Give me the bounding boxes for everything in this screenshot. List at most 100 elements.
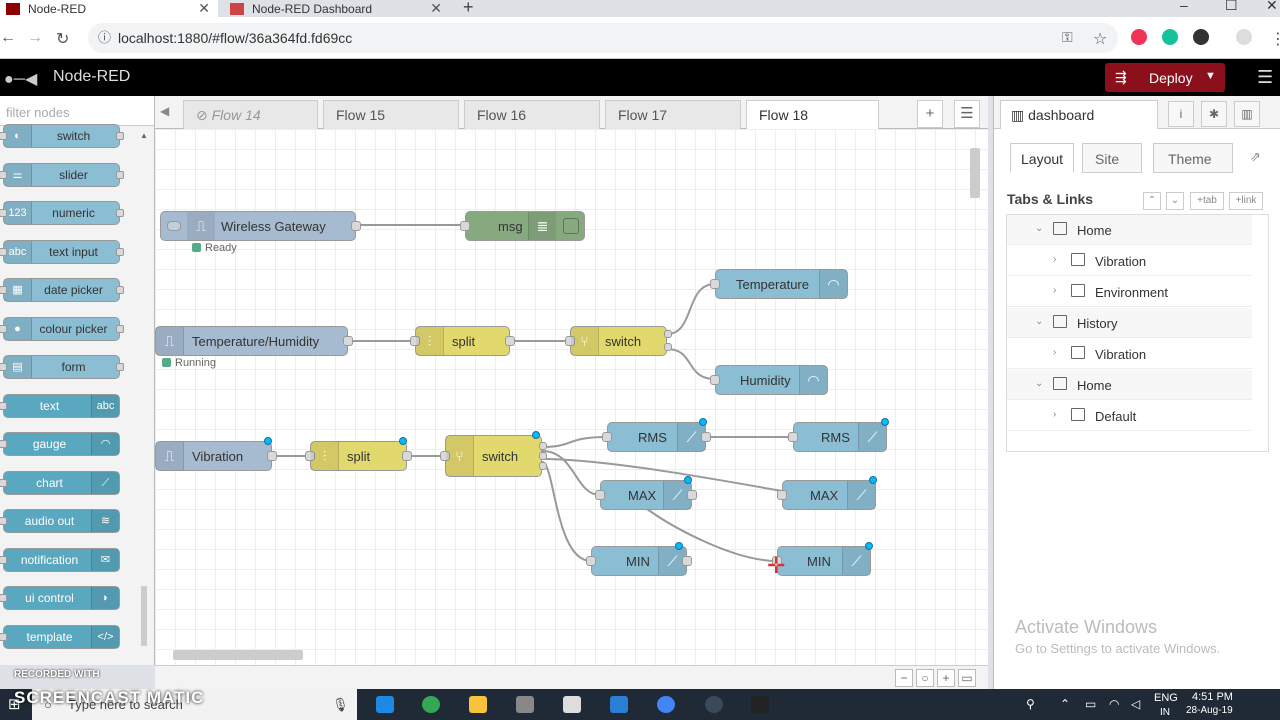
- split-node-1[interactable]: ⫶ split: [410, 326, 515, 356]
- palette-scrollbar[interactable]: ▲: [140, 131, 148, 646]
- output-port[interactable]: [343, 336, 353, 346]
- palette-node-form[interactable]: ▤ form: [0, 355, 124, 379]
- star-icon[interactable]: ☆: [1093, 29, 1107, 49]
- url-field[interactable]: ⓘ localhost:1880/#flow/36a364fd.fd69cc: [88, 23, 1118, 53]
- output-port[interactable]: [664, 330, 672, 338]
- input-port[interactable]: [586, 556, 596, 566]
- add-link-button[interactable]: +link: [1229, 192, 1263, 210]
- chrome-icon[interactable]: [422, 696, 440, 713]
- file-explorer-icon[interactable]: [469, 696, 487, 713]
- palette-node-audio-out[interactable]: ≋ audio out: [0, 509, 120, 533]
- info-icon[interactable]: ⓘ: [98, 23, 111, 53]
- wireless-gateway-node[interactable]: ⎍ Wireless Gateway: [160, 211, 361, 241]
- input-port[interactable]: [710, 279, 720, 289]
- reload-icon[interactable]: ↻: [56, 29, 69, 49]
- grammarly-icon[interactable]: [1162, 29, 1178, 45]
- network-icon[interactable]: ▭: [1085, 697, 1096, 711]
- external-link-icon[interactable]: ⇗: [1250, 149, 1261, 165]
- zoom-out-button[interactable]: −: [895, 669, 913, 687]
- palette-node-switch[interactable]: ◐ switch: [0, 124, 124, 148]
- wifi-icon[interactable]: ◠: [1109, 697, 1119, 711]
- output-port[interactable]: [402, 451, 412, 461]
- tab-flow-17[interactable]: Flow 17: [605, 100, 741, 129]
- max-chart-node-2[interactable]: MAX ⟋: [777, 476, 877, 510]
- canvas-vscroll-thumb[interactable]: [970, 148, 980, 198]
- dashboard-tab-icon[interactable]: ▥: [1234, 101, 1260, 127]
- clock-time[interactable]: 4:51 PM: [1192, 691, 1233, 703]
- min-chart-node-1[interactable]: MIN ⟋: [586, 542, 692, 576]
- palette-node-gauge[interactable]: ◠ gauge: [0, 432, 120, 456]
- tab-flow-15[interactable]: Flow 15: [323, 100, 459, 129]
- tab-dashboard[interactable]: ▥ dashboard: [1000, 100, 1158, 129]
- people-icon[interactable]: ⚲: [1026, 697, 1035, 711]
- language-indicator[interactable]: ENG: [1154, 692, 1178, 704]
- deploy-button[interactable]: ⇶ Deploy ▼: [1105, 63, 1225, 92]
- main-menu-icon[interactable]: ☰: [1257, 67, 1273, 88]
- min-chart-node-2[interactable]: MIN ⟋: [772, 542, 873, 576]
- input-port[interactable]: [460, 221, 470, 231]
- browser-tab-nodered[interactable]: Node-RED ✕: [0, 0, 218, 17]
- palette-node-text[interactable]: abc text: [0, 393, 120, 418]
- tree-group-row[interactable]: › Default: [1007, 401, 1252, 431]
- output-port[interactable]: [351, 221, 361, 231]
- expand-all-button[interactable]: ⌄: [1166, 192, 1184, 210]
- tray-chevron-icon[interactable]: ⌃: [1060, 697, 1070, 711]
- chevron-right-icon[interactable]: ›: [1053, 409, 1056, 420]
- extension-k-icon[interactable]: [1193, 29, 1209, 45]
- vibration-node[interactable]: ⎍ Vibration: [155, 437, 277, 471]
- switch-node-2[interactable]: ⑂ switch: [440, 431, 547, 477]
- subtab-layout[interactable]: Layout: [1010, 143, 1075, 173]
- debug-tab-icon[interactable]: ✱: [1201, 101, 1227, 127]
- scroll-thumb[interactable]: [141, 586, 147, 646]
- temperature-humidity-node[interactable]: ⎍ Temperature/Humidity: [155, 326, 353, 356]
- extension-icon[interactable]: [1131, 29, 1147, 45]
- add-tab-button[interactable]: +tab: [1190, 192, 1224, 210]
- scroll-up-icon[interactable]: ▲: [140, 131, 148, 140]
- tab-flow-16[interactable]: Flow 16: [464, 100, 600, 129]
- palette-node-text-input[interactable]: abc text input: [0, 239, 124, 264]
- profile-icon[interactable]: [1236, 29, 1252, 45]
- humidity-gauge-node[interactable]: Humidity ◠: [710, 365, 828, 395]
- minimize-icon[interactable]: –: [1180, 0, 1188, 13]
- chrome-icon[interactable]: [657, 696, 675, 713]
- input-port[interactable]: [602, 432, 612, 442]
- output-port[interactable]: [664, 343, 672, 351]
- palette-node-chart[interactable]: ⟋ chart: [0, 470, 120, 495]
- output-port[interactable]: [539, 452, 547, 460]
- new-tab-icon[interactable]: +: [463, 0, 474, 18]
- canvas-hscroll-thumb[interactable]: [173, 650, 303, 660]
- close-window-icon[interactable]: ✕: [1266, 0, 1278, 14]
- palette-node-ui-control[interactable]: ◗ ui control: [0, 586, 120, 610]
- inject-button[interactable]: [167, 221, 181, 231]
- mail-icon[interactable]: [563, 696, 581, 713]
- tab-flow-18[interactable]: Flow 18: [746, 100, 879, 130]
- input-port[interactable]: [777, 490, 787, 500]
- rms-chart-node-1[interactable]: RMS ⟋: [602, 418, 711, 452]
- output-port[interactable]: [505, 336, 515, 346]
- back-icon[interactable]: ←: [0, 29, 16, 47]
- max-chart-node-1[interactable]: MAX ⟋: [595, 476, 697, 510]
- info-tab-icon[interactable]: i: [1168, 101, 1194, 127]
- chevron-down-icon[interactable]: ⌄: [1035, 378, 1043, 389]
- app-icon[interactable]: [610, 696, 628, 713]
- maximize-icon[interactable]: ☐: [1225, 0, 1238, 14]
- chevron-right-icon[interactable]: ›: [1053, 254, 1056, 265]
- tree-group-row[interactable]: › Vibration: [1007, 246, 1252, 276]
- navigator-button[interactable]: ▭: [958, 669, 976, 687]
- add-flow-button[interactable]: +: [917, 100, 943, 128]
- palette-search-input[interactable]: filter nodes: [0, 96, 154, 126]
- input-port[interactable]: [788, 432, 798, 442]
- palette-node-date-picker[interactable]: ▦ date picker: [0, 278, 124, 302]
- output-port[interactable]: [701, 432, 711, 442]
- rms-chart-node-2[interactable]: RMS ⟋: [788, 418, 889, 452]
- edge-icon[interactable]: [376, 696, 394, 713]
- store-icon[interactable]: [516, 696, 534, 713]
- palette-node-slider[interactable]: ⚌ slider: [0, 162, 124, 187]
- tree-tab-row[interactable]: ⌄ Home: [1007, 215, 1252, 245]
- temperature-gauge-node[interactable]: Temperature ◠: [710, 269, 848, 299]
- chevron-right-icon[interactable]: ›: [1053, 285, 1056, 296]
- palette-node-numeric[interactable]: 123 numeric: [0, 201, 124, 225]
- collapse-all-button[interactable]: ⌃: [1143, 192, 1161, 210]
- palette-node-template[interactable]: </> template: [0, 624, 120, 649]
- switch-node-1[interactable]: ⑂ switch: [565, 326, 672, 356]
